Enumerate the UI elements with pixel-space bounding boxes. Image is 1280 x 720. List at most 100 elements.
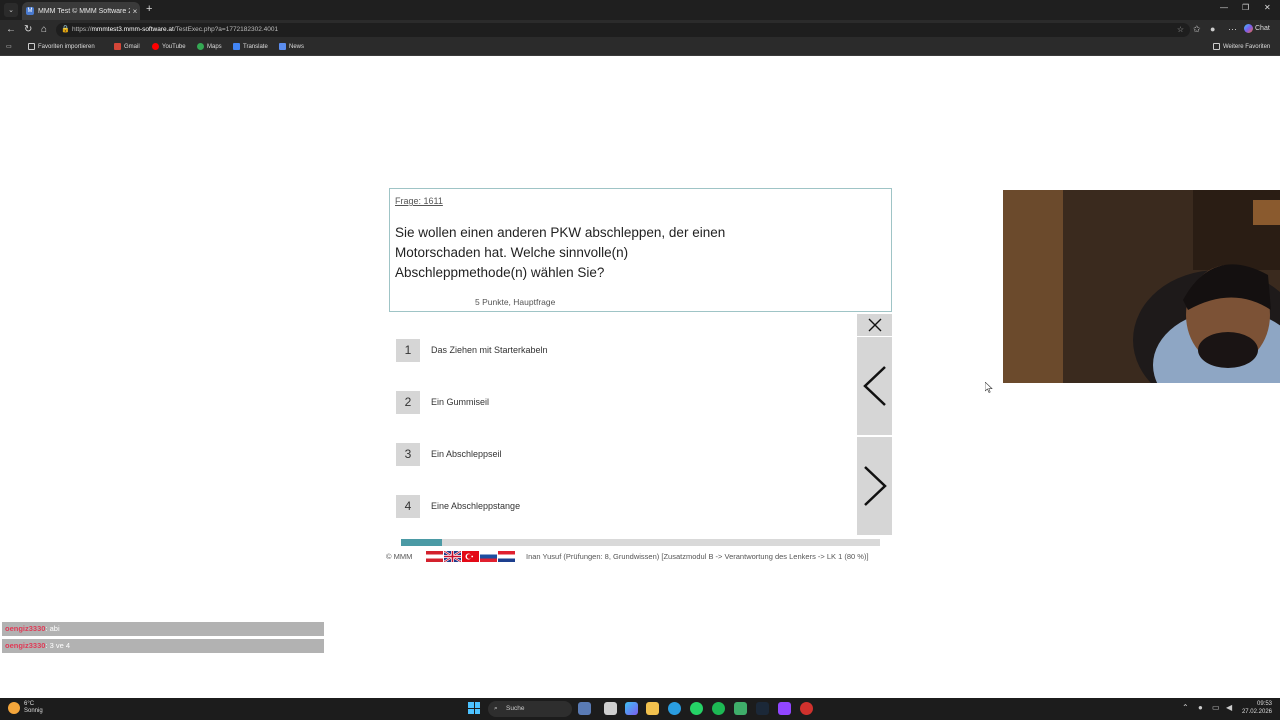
webcam-overlay xyxy=(1003,190,1280,383)
site-favicon-icon: M xyxy=(26,7,34,15)
url-scheme: https:// xyxy=(72,26,92,33)
answer-text[interactable]: Das Ziehen mit Starterkabeln xyxy=(431,345,548,355)
clock[interactable]: 09:53 27.02.2026 xyxy=(1242,700,1272,716)
folder-icon[interactable] xyxy=(646,702,659,715)
progress-fill xyxy=(401,539,442,546)
obs-icon[interactable] xyxy=(800,702,813,715)
network-icon[interactable]: ▭ xyxy=(1212,703,1220,712)
answer-option-1[interactable]: 1 Das Ziehen mit Starterkabeln xyxy=(396,338,836,362)
uk-flag[interactable] xyxy=(444,550,461,562)
answer-text[interactable]: Eine Abschleppstange xyxy=(431,501,520,511)
close-icon xyxy=(868,318,881,332)
weather-widget[interactable]: 6°C Sonnig xyxy=(8,701,43,715)
copyright: © MMM xyxy=(386,551,413,561)
chat-text: : abi xyxy=(45,624,60,633)
folder-icon xyxy=(1213,43,1220,50)
maximize-icon[interactable]: ❐ xyxy=(1242,3,1249,12)
document-icon[interactable] xyxy=(734,702,747,715)
candidate-info: Inan Yusuf (Prüfungen: 8, Grundwissen) [… xyxy=(526,551,869,561)
answer-option-4[interactable]: 4 Eine Abschleppstange xyxy=(396,494,836,518)
windows-start-icon[interactable] xyxy=(468,702,480,714)
home-icon[interactable]: ⌂ xyxy=(41,24,47,36)
answer-text[interactable]: Ein Abschleppseil xyxy=(431,449,502,459)
news-icon xyxy=(279,43,286,50)
task-view-icon[interactable] xyxy=(604,702,617,715)
chat-username: oengiz3330 xyxy=(5,641,46,650)
answer-number[interactable]: 1 xyxy=(396,338,420,362)
copilot-taskbar-icon[interactable] xyxy=(625,702,638,715)
url-host: mmmtest3.mmm-software.at xyxy=(91,26,174,33)
answer-number[interactable]: 4 xyxy=(396,494,420,518)
weather-temperature: 6°C xyxy=(24,701,35,707)
spotify-icon[interactable] xyxy=(712,702,725,715)
search-label: Suche xyxy=(506,705,525,712)
bookmarks-toggle-icon[interactable]: ▭ xyxy=(6,43,12,50)
profile-icon[interactable]: ● xyxy=(1210,24,1215,34)
reload-icon[interactable]: ↻ xyxy=(24,24,32,36)
bookmark-news[interactable]: News xyxy=(279,43,304,50)
twitch-icon[interactable] xyxy=(778,702,791,715)
bookmark-maps[interactable]: Maps xyxy=(197,43,222,50)
address-toolbar: ← ↻ ⌂ 🔒 https://mmmtest3.mmm-software.at… xyxy=(0,20,1280,40)
chat-username: oengiz3330 xyxy=(5,624,46,633)
new-tab-button[interactable]: + xyxy=(146,3,152,15)
taskbar-search[interactable]: ⌕ Suche xyxy=(488,701,572,717)
bookmark-label: Maps xyxy=(207,43,222,50)
copilot-chat-button[interactable]: Chat xyxy=(1244,24,1270,33)
slovenia-flag[interactable] xyxy=(480,550,497,562)
bookmark-youtube[interactable]: YouTube xyxy=(152,43,186,50)
copilot-icon xyxy=(1244,24,1253,33)
answer-option-3[interactable]: 3 Ein Abschleppseil xyxy=(396,442,836,466)
chat-label: Chat xyxy=(1255,25,1270,32)
clock-date: 27.02.2026 xyxy=(1241,709,1272,715)
steam-icon[interactable] xyxy=(756,702,769,715)
answer-option-2[interactable]: 2 Ein Gummiseil xyxy=(396,390,836,414)
tab-title: MMM Test © MMM Software 2025 xyxy=(38,7,130,15)
answer-text[interactable]: Ein Gummiseil xyxy=(431,397,489,407)
bookmark-translate[interactable]: Translate xyxy=(233,43,268,50)
sun-icon xyxy=(8,702,20,714)
favorite-star-icon[interactable]: ☆ xyxy=(1177,23,1184,37)
close-button[interactable] xyxy=(857,314,892,336)
microphone-icon[interactable]: ● xyxy=(1198,703,1203,712)
url-path: /TestExec.php?a=1772182302.4001 xyxy=(173,26,279,33)
chevron-right-icon xyxy=(863,466,887,506)
more-menu-icon[interactable]: ⋯ xyxy=(1228,24,1237,35)
bookmark-import[interactable]: Favoriten importieren xyxy=(28,43,95,50)
question-number[interactable]: Frage: 1611 xyxy=(395,196,443,206)
tray-chevron-icon[interactable]: ⌃ xyxy=(1182,703,1189,712)
croatia-flag[interactable] xyxy=(498,550,515,562)
url-field[interactable]: 🔒 https://mmmtest3.mmm-software.at/TestE… xyxy=(56,23,1190,37)
minimize-icon[interactable]: — xyxy=(1220,3,1228,12)
question-points: 5 Punkte, Hauptfrage xyxy=(475,297,556,307)
chat-message: oengiz3330: 3 ve 4 xyxy=(2,639,324,653)
back-icon[interactable]: ← xyxy=(6,24,16,36)
turkey-flag[interactable] xyxy=(462,550,479,562)
file-explorer-icon[interactable] xyxy=(578,702,591,715)
other-favorites[interactable]: Weitere Favoriten xyxy=(1213,43,1270,50)
stream-chat-overlay: oengiz3330: abi oengiz3330: 3 ve 4 xyxy=(2,622,324,656)
translate-icon xyxy=(233,43,240,50)
bookmark-label: News xyxy=(289,43,305,50)
webcam-person-image xyxy=(1003,190,1280,383)
answer-number[interactable]: 2 xyxy=(396,390,420,414)
chevron-left-icon xyxy=(862,366,886,406)
whatsapp-icon[interactable] xyxy=(690,702,703,715)
tab-actions-icon[interactable]: ⌄ xyxy=(4,3,18,17)
favorites-icon[interactable]: ✩ xyxy=(1193,24,1201,35)
bookmark-label: YouTube xyxy=(162,43,186,50)
chat-message: oengiz3330: abi xyxy=(2,622,324,636)
tab-close-icon[interactable]: × xyxy=(130,7,140,16)
window-close-icon[interactable]: ✕ xyxy=(1264,3,1271,12)
question-panel: Frage: 1611 Sie wollen einen anderen PKW… xyxy=(389,188,892,312)
answer-number[interactable]: 3 xyxy=(396,442,420,466)
volume-icon[interactable]: ◀ xyxy=(1226,703,1232,712)
bookmark-gmail[interactable]: Gmail xyxy=(114,43,140,50)
edge-icon[interactable] xyxy=(668,702,681,715)
browser-tab[interactable]: M MMM Test © MMM Software 2025 × xyxy=(22,2,140,20)
bookmarks-bar: ▭ Favoriten importieren Gmail YouTube Ma… xyxy=(0,40,1280,56)
next-question-button[interactable] xyxy=(857,437,892,535)
austria-flag[interactable] xyxy=(426,550,443,562)
folder-icon xyxy=(28,43,35,50)
previous-question-button[interactable] xyxy=(857,337,892,435)
